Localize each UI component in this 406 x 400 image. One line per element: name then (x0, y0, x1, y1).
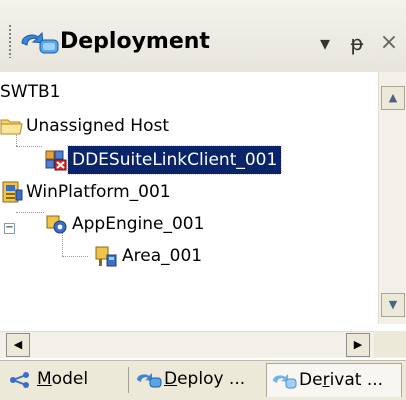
tab-label: Deploy ... (164, 369, 246, 389)
tree-connector (16, 146, 42, 147)
scroll-left-button[interactable]: ◀ (6, 333, 30, 357)
collapse-icon[interactable]: − (4, 223, 15, 234)
close-icon[interactable]: × (375, 28, 403, 58)
platform-icon (2, 181, 23, 203)
tab-label: Model (37, 369, 89, 389)
deployment-panel: Deployment ▾ ᵽ × SWTB1 Unassigned Host D… (0, 0, 406, 400)
scroll-right-button[interactable]: ▶ (346, 333, 370, 357)
area-icon (95, 246, 117, 267)
tab-derivation[interactable]: Derivat ... (266, 363, 402, 397)
panel-menu-button[interactable]: ▾ (311, 28, 339, 58)
pin-icon[interactable]: ᵽ (343, 28, 371, 58)
tree-node-unassigned-host[interactable]: Unassigned Host (0, 112, 260, 140)
panel-tabs: Model Deploy ... Derivat ... (0, 360, 406, 400)
tree-connector (62, 256, 88, 257)
deploy-icon (137, 373, 162, 388)
tab-label: Derivat ... (299, 370, 384, 390)
derivation-icon (273, 374, 297, 389)
vertical-scrollbar[interactable]: ▲ ▼ (378, 72, 406, 324)
tab-separator (128, 367, 129, 393)
appengine-icon (46, 215, 67, 234)
scroll-up-button[interactable]: ▲ (381, 86, 405, 110)
tree-node-ddesuitelinkclient[interactable]: DDESuiteLinkClient_001 (44, 145, 364, 175)
panel-title: Deployment (60, 29, 210, 54)
folder-icon (0, 119, 23, 135)
tree-node-appengine[interactable]: AppEngine_001 (44, 210, 304, 238)
drag-grip-icon[interactable] (8, 24, 12, 58)
deployment-tree[interactable]: SWTB1 Unassigned Host DDESuiteLinkClient… (0, 72, 378, 324)
model-icon (10, 372, 29, 388)
scroll-down-button[interactable]: ▼ (381, 293, 405, 317)
tree-node-label: DDESuiteLinkClient_001 (66, 145, 283, 175)
scroll-corner (374, 331, 406, 357)
tree-node-label: WinPlatform_001 (26, 182, 171, 202)
deployment-icon (21, 31, 59, 54)
tab-deploy[interactable]: Deploy ... (134, 363, 260, 396)
tree-root-label: SWTB1 (0, 82, 61, 102)
panel-titlebar[interactable]: Deployment ▾ ᵽ × (0, 0, 406, 73)
tree-node-area[interactable]: Area_001 (94, 242, 294, 270)
tree-node-label: Unassigned Host (26, 116, 169, 136)
ddesuitelink-error-icon (45, 150, 67, 171)
tree-node-label: Area_001 (122, 246, 203, 266)
tree-node-label: AppEngine_001 (72, 214, 205, 234)
tree-node-winplatform[interactable]: WinPlatform_001 (0, 178, 260, 206)
tab-model[interactable]: Model (6, 363, 126, 396)
tree-connector (16, 212, 44, 213)
horizontal-scrollbar[interactable]: ◀ ▶ (0, 331, 406, 358)
